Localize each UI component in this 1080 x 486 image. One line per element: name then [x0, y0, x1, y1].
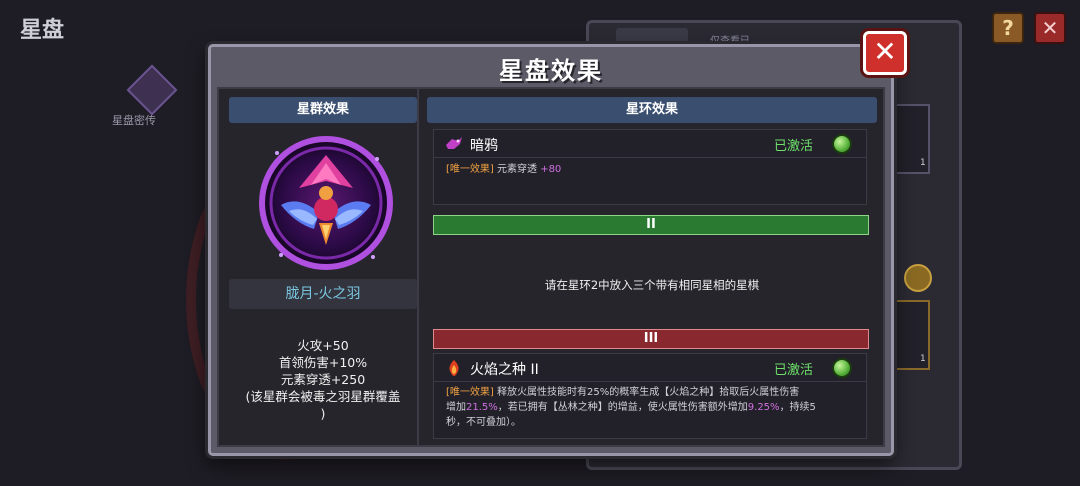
- ring-effect-1-name: 暗鸦: [470, 138, 498, 154]
- screen-title: 星盘: [20, 18, 65, 43]
- tier-2-hint: 请在星环2中放入三个带有相同星相的星棋: [544, 278, 760, 292]
- effect-text: 增加: [446, 402, 466, 413]
- constellation-effect-header: 星群效果: [229, 97, 417, 123]
- constellation-panel: 星群效果 胧月-火之羽 火攻+50 首领伤害+10% 元素穿透+250 (该星群…: [219, 89, 419, 445]
- slot-count: 1: [920, 158, 926, 168]
- effect-text: 释放火属性技能时有25%的概率生成【火焰之种】拾取后火属性伤害: [497, 387, 800, 398]
- constellation-name: 胧月-火之羽: [229, 279, 417, 309]
- green-orb-icon: [832, 134, 852, 154]
- constellation-bonuses: 火攻+50 首领伤害+10% 元素穿透+250 (该星群会被毒之羽星群覆盖 ): [225, 337, 421, 422]
- dialog-body: 星群效果 胧月-火之羽 火攻+50 首领伤害+10% 元素穿透+250 (该星群…: [217, 87, 885, 447]
- ring-effect-3-name: 火焰之种 II: [470, 362, 539, 378]
- star-disc-lore-label: 星盘密传: [112, 114, 156, 127]
- flame-seed-icon: [449, 360, 459, 376]
- bonus-line: (该星群会被毒之羽星群覆盖: [245, 389, 401, 404]
- unique-effect-tag: [唯一效果]: [446, 387, 494, 398]
- bonus-line: 首领伤害+10%: [278, 355, 368, 370]
- bonus-line: ): [320, 406, 326, 421]
- help-button[interactable]: ?: [992, 12, 1024, 44]
- dialog-title: 星盘效果: [499, 57, 603, 85]
- effect-value: 9.25%: [747, 402, 780, 413]
- effect-text: ，持续5: [779, 402, 816, 413]
- crow-icon: [446, 137, 462, 149]
- green-orb-icon: [832, 358, 852, 378]
- ring-effect-3: 火焰之种 II 已激活 [唯一效果] 释放火属性技能时有25%的概率生成【火焰之…: [433, 353, 867, 439]
- effect-value: 21.5%: [466, 402, 498, 413]
- tier-3-bar: III: [433, 329, 869, 349]
- coin-icon: [904, 264, 932, 292]
- dialog-close-button[interactable]: ✕: [863, 31, 907, 75]
- ring-effect-3-desc: [唯一效果] 释放火属性技能时有25%的概率生成【火焰之种】拾取后火属性伤害增加…: [446, 385, 856, 430]
- phoenix-emblem-icon: [259, 136, 393, 270]
- effect-text: 秒，不可叠加）。: [446, 417, 521, 428]
- bonus-line: 元素穿透+250: [280, 372, 366, 387]
- slot-count: 1: [920, 354, 926, 364]
- screen-close-button[interactable]: ✕: [1034, 12, 1066, 44]
- unique-effect-tag: [唯一效果]: [446, 164, 494, 175]
- ring-effect-1-head: 暗鸦 已激活: [434, 130, 866, 158]
- tier-2-bar: II: [433, 215, 869, 235]
- ring-effect-1-desc: [唯一效果] 元素穿透 +80: [446, 162, 856, 177]
- effect-text: ，若已拥有【丛林之种】的增益，使火属性伤害额外增加: [497, 402, 748, 413]
- ring-effects-panel: 星环效果 暗鸦 已激活 [唯一效果] 元素穿透 +80 II 请在星环2中放入三…: [427, 89, 883, 445]
- effect-value: +80: [540, 164, 562, 175]
- ring-effect-3-head: 火焰之种 II 已激活: [434, 354, 866, 382]
- star-disc-lore-icon[interactable]: [126, 64, 178, 116]
- ring-effect-header: 星环效果: [427, 97, 877, 123]
- bonus-line: 火攻+50: [297, 338, 349, 353]
- ring-effect-3-status: 已激活: [774, 363, 814, 378]
- ring-effect-1: 暗鸦 已激活 [唯一效果] 元素穿透 +80: [433, 129, 867, 205]
- effect-text: 元素穿透: [497, 164, 537, 175]
- star-disc-effect-dialog: 星盘效果 ✕ 星群效果 胧月-火之羽 火攻+50 首领伤害+10% 元素穿透+2…: [208, 31, 907, 456]
- ring-effect-1-status: 已激活: [774, 139, 814, 154]
